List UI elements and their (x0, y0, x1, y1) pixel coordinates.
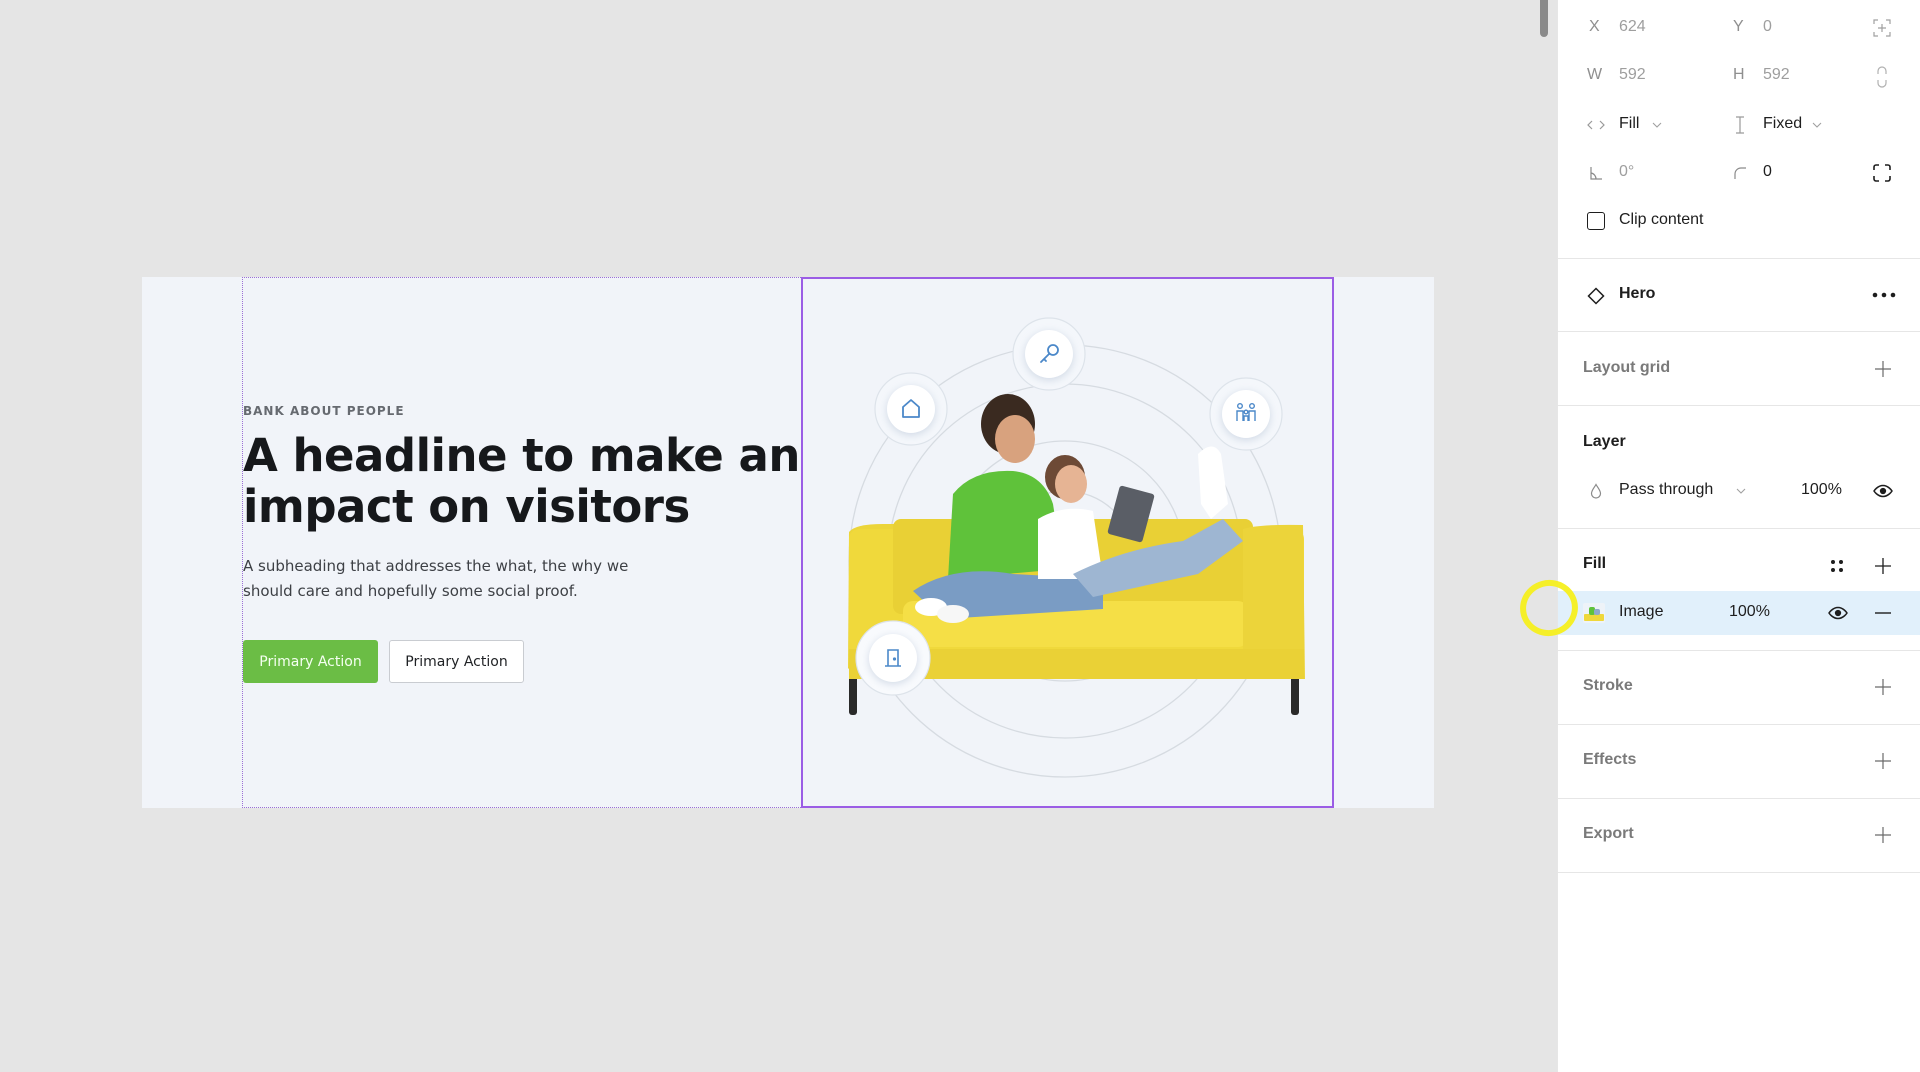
layer-opacity-input[interactable]: 100% (1801, 481, 1842, 499)
chevron-down-icon[interactable] (1734, 484, 1748, 498)
add-fill-plus-icon[interactable] (1872, 555, 1894, 577)
layer-visibility-eye-icon[interactable] (1871, 481, 1895, 501)
export-title: Export (1583, 825, 1634, 842)
secondary-action-button[interactable]: Primary Action (389, 640, 524, 683)
layer-title: Layer (1583, 433, 1626, 450)
canvas-scrollbar[interactable] (1540, 0, 1548, 37)
divider (1558, 258, 1920, 259)
divider (1558, 724, 1920, 725)
w-label: W (1587, 66, 1603, 83)
x-label: X (1589, 18, 1600, 35)
hero-headline: A headline to make an impact on visitors (243, 429, 800, 533)
blend-mode-drop-icon (1586, 481, 1606, 501)
horizontal-resizing-select[interactable]: Fill (1619, 115, 1639, 133)
horizontal-resizing-icon (1586, 115, 1606, 135)
blend-mode-select[interactable]: Pass through (1619, 481, 1713, 499)
add-effect-plus-icon[interactable] (1872, 750, 1894, 772)
fill-opacity-input[interactable]: 100% (1729, 603, 1770, 621)
rotation-input[interactable]: 0° (1619, 163, 1634, 181)
add-stroke-plus-icon[interactable] (1872, 676, 1894, 698)
clip-content-label: Clip content (1619, 211, 1704, 228)
corner-radius-icon (1730, 163, 1750, 183)
door-bubble (855, 620, 931, 696)
hero-illustration (803, 279, 1332, 806)
chevron-down-icon[interactable] (1650, 118, 1664, 132)
position-crosshair-icon[interactable] (1871, 17, 1893, 39)
image-fill-thumbnail[interactable] (1583, 603, 1605, 623)
hero-subheading: A subheading that addresses the what, th… (243, 557, 629, 600)
vertical-resizing-select[interactable]: Fixed (1763, 115, 1802, 133)
constrain-proportions-icon[interactable] (1872, 64, 1892, 90)
fill-item-image[interactable]: Image 100% (1558, 591, 1920, 635)
stroke-title: Stroke (1583, 677, 1633, 694)
fill-type-label[interactable]: Image (1619, 603, 1663, 621)
clip-content-checkbox[interactable] (1587, 212, 1605, 230)
independent-corners-icon[interactable] (1871, 162, 1893, 184)
properties-panel: X 624 Y 0 W 592 H 592 Fill Fixed 0° 0 Cl… (1557, 0, 1920, 1072)
vertical-resizing-icon (1730, 114, 1750, 136)
y-input[interactable]: 0 (1763, 18, 1772, 36)
hero-eyebrow: BANK ABOUT PEOPLE (243, 404, 405, 418)
layout-grid-title: Layout grid (1583, 359, 1671, 376)
fill-styles-icon[interactable] (1826, 555, 1848, 577)
add-layout-grid-plus-icon[interactable] (1872, 358, 1894, 380)
rotation-icon (1586, 163, 1606, 183)
more-options-icon[interactable] (1871, 285, 1897, 305)
divider (1558, 331, 1920, 332)
home-bubble (874, 372, 948, 446)
divider (1558, 405, 1920, 406)
component-name[interactable]: Hero (1619, 285, 1655, 303)
key-bubble (1012, 317, 1086, 391)
effects-title: Effects (1583, 751, 1637, 768)
text-column-selection-outline (242, 277, 801, 808)
chevron-down-icon[interactable] (1810, 118, 1824, 132)
design-canvas[interactable]: BANK ABOUT PEOPLE A headline to make an … (0, 0, 1557, 1072)
remove-fill-minus-icon[interactable] (1872, 603, 1894, 623)
fill-visibility-eye-icon[interactable] (1826, 603, 1850, 623)
h-input[interactable]: 592 (1763, 66, 1790, 84)
divider (1558, 798, 1920, 799)
fill-title: Fill (1583, 555, 1607, 572)
divider (1558, 650, 1920, 651)
hero-image-selected[interactable] (801, 277, 1334, 808)
y-label: Y (1733, 18, 1744, 35)
divider (1558, 872, 1920, 873)
family-bubble (1209, 377, 1283, 451)
divider (1558, 528, 1920, 529)
primary-action-button[interactable]: Primary Action (243, 640, 378, 683)
w-input[interactable]: 592 (1619, 66, 1646, 84)
h-label: H (1733, 66, 1745, 83)
component-instance-icon (1585, 285, 1607, 307)
x-input[interactable]: 624 (1619, 18, 1646, 36)
corner-radius-input[interactable]: 0 (1763, 163, 1772, 181)
add-export-plus-icon[interactable] (1872, 824, 1894, 846)
